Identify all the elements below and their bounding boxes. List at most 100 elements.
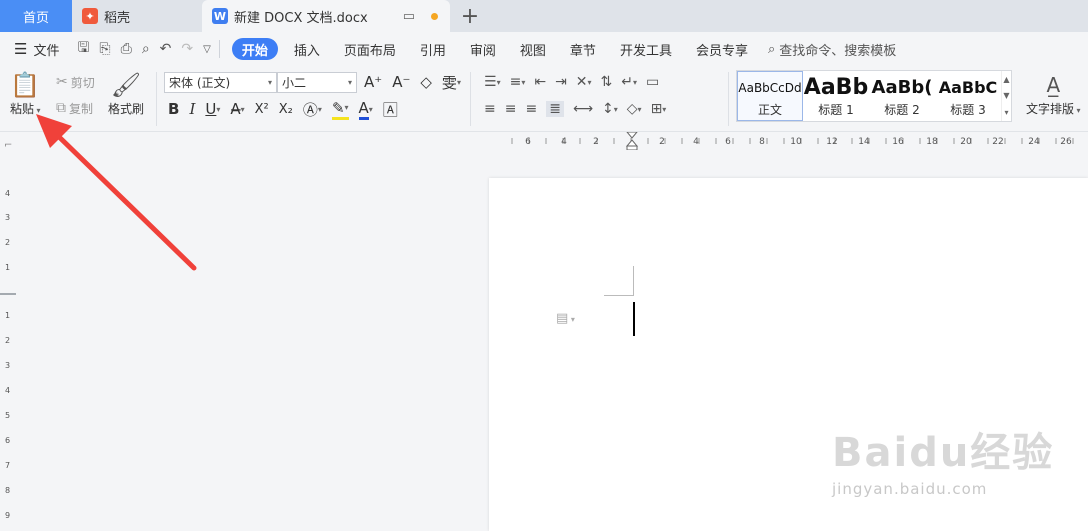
ruler-tick-label: 3 xyxy=(5,213,10,222)
font-color-button[interactable]: A ▾ xyxy=(358,99,373,120)
format-painter-button[interactable]: 🖌 格式刷 xyxy=(108,70,144,117)
print-preview-icon[interactable]: ⌕ xyxy=(142,41,150,57)
grow-font-icon[interactable]: A⁺ xyxy=(364,73,382,91)
expand-icon[interactable]: ▾ xyxy=(1004,108,1008,117)
tab-ruler-icon[interactable]: ▭ xyxy=(646,74,659,90)
subscript-button[interactable]: X₂ xyxy=(279,102,293,117)
quick-access-toolbar: 🖫 ⎘ ⎙ ⌕ ↶ ↷ ▽ xyxy=(77,37,210,61)
font-size-select[interactable]: 小二 ▾ xyxy=(277,72,357,93)
bold-button[interactable]: B xyxy=(168,100,179,118)
justify-icon[interactable]: ≣ xyxy=(546,101,564,117)
decrease-indent-icon[interactable]: ⇤ xyxy=(534,74,546,90)
style-heading-1[interactable]: AaBb 标题 1 xyxy=(803,71,869,121)
wps-writer-icon: W xyxy=(212,8,228,24)
tab-page-layout[interactable]: 页面布局 xyxy=(332,32,408,66)
print-icon[interactable]: ⎙ xyxy=(121,41,132,57)
plus-icon: + xyxy=(460,3,480,29)
tab-home-ribbon[interactable]: 开始 xyxy=(231,38,278,60)
underline-button[interactable]: U ▾ xyxy=(205,100,220,118)
ruler-tick-label: 6 xyxy=(525,137,531,147)
font-name-select[interactable]: 宋体 (正文) ▾ xyxy=(164,72,277,93)
text-cursor xyxy=(633,302,635,336)
ruler-tick-label: 20 xyxy=(960,137,972,147)
style-normal[interactable]: AaBbCcDd 正文 xyxy=(737,71,803,121)
ribbon-tabs: 开始 插入 页面布局 引用 审阅 视图 章节 开发工具 会员专享 xyxy=(228,32,760,66)
highlight-icon[interactable]: ✎ ▾ xyxy=(331,99,349,120)
cut-button[interactable]: ✂ 剪切 xyxy=(56,71,95,93)
line-spacing-icon[interactable]: ↕ ▾ xyxy=(602,101,618,117)
copy-button[interactable]: ⧉ 复制 xyxy=(56,97,93,119)
ruler-tick-label: 4 xyxy=(5,189,10,198)
style-heading-2[interactable]: AaBb( 标题 2 xyxy=(869,71,935,121)
paragraph-mark-icon[interactable]: ↵ ▾ xyxy=(621,74,637,90)
char-border-icon[interactable]: 🄰 xyxy=(383,99,398,120)
tab-membership[interactable]: 会员专享 xyxy=(684,32,760,66)
bullet-list-icon[interactable]: ☰ ▾ xyxy=(484,74,501,90)
tab-review[interactable]: 审阅 xyxy=(458,32,508,66)
chinese-layout-icon[interactable]: ✕ ▾ xyxy=(576,74,592,90)
watermark-main: Baidu经验 xyxy=(832,430,1055,476)
sort-icon[interactable]: ⇅ xyxy=(601,74,613,90)
undo-icon[interactable]: ↶ xyxy=(160,41,172,57)
borders-icon[interactable]: ⊞ ▾ xyxy=(651,101,667,117)
save-icon[interactable]: 🖫 xyxy=(77,37,89,61)
file-menu-label: 文件 xyxy=(33,43,60,59)
ruler-tick-label: 1 xyxy=(5,311,10,320)
tab-insert[interactable]: 插入 xyxy=(282,32,332,66)
export-icon[interactable]: ⎘ xyxy=(99,41,110,57)
menu-bar: ☰ 文件 🖫 ⎘ ⎙ ⌕ ↶ ↷ ▽ 开始 插入 页面布局 引用 审阅 视图 章… xyxy=(0,32,1088,66)
paragraph-tools-row2: ≡ ≡ ≡ ≣ ⟷ ↕ ▾ ◇ ▾ ⊞ ▾ xyxy=(484,97,666,121)
clear-format-icon[interactable]: ◇ xyxy=(420,73,432,91)
paragraph-tools-row1: ☰ ▾ ≡ ▾ ⇤ ⇥ ✕ ▾ ⇅ ↵ ▾ ▭ xyxy=(484,70,659,94)
style-name: 标题 3 xyxy=(950,102,986,117)
customize-chevron-icon[interactable]: ▽ xyxy=(203,44,211,55)
shading-icon[interactable]: ◇ ▾ xyxy=(627,101,642,117)
tab-home[interactable]: 首页 xyxy=(0,0,72,32)
format-painter-label: 格式刷 xyxy=(108,102,145,116)
new-tab-button[interactable]: + xyxy=(450,0,490,32)
unsaved-dot-icon xyxy=(431,12,438,20)
text-effect-icon[interactable]: Ⓐ ▾ xyxy=(303,99,322,120)
italic-button[interactable]: I xyxy=(189,100,195,118)
styles-scroll[interactable]: ▲ ▼ ▾ xyxy=(1001,71,1011,121)
text-layout-button[interactable]: A̲ 文字排版 ▾ xyxy=(1026,70,1081,117)
numbered-list-icon[interactable]: ≡ ▾ xyxy=(510,74,526,90)
superscript-button[interactable]: X² xyxy=(255,102,269,117)
tab-document[interactable]: W 新建 DOCX 文档.docx ▭ xyxy=(202,0,450,32)
file-menu-button[interactable]: ☰ 文件 xyxy=(14,40,59,59)
ruler-tick-label: 2 xyxy=(659,137,665,147)
divider xyxy=(470,72,471,126)
ruler-corner-icon[interactable]: ⌐ xyxy=(4,140,12,151)
increase-indent-icon[interactable]: ⇥ xyxy=(555,74,567,90)
hamburger-icon: ☰ xyxy=(14,40,28,58)
redo-icon[interactable]: ↷ xyxy=(181,41,193,57)
tab-document-label: 新建 DOCX 文档.docx xyxy=(234,10,368,26)
command-search-placeholder: 查找命令、搜索模板 xyxy=(779,43,897,59)
tab-references[interactable]: 引用 xyxy=(408,32,458,66)
align-right-icon[interactable]: ≡ xyxy=(525,101,537,117)
phonetic-guide-icon[interactable]: 雯 ▾ xyxy=(442,72,461,93)
search-icon: ⌕ xyxy=(767,41,776,57)
ribbon: 📋 粘贴 ▾ ✂ 剪切 ⧉ 复制 🖌 格式刷 宋体 (正文) ▾ 小二 ▾ A⁺… xyxy=(0,66,1088,132)
command-search[interactable]: ⌕ 查找命令、搜索模板 xyxy=(768,40,896,59)
ruler-tick-label: 12 xyxy=(826,137,837,147)
shrink-font-icon[interactable]: A⁻ xyxy=(392,73,410,91)
distributed-icon[interactable]: ⟷ xyxy=(573,101,593,117)
align-center-icon[interactable]: ≡ xyxy=(505,101,517,117)
ruler-tick-label: 4 xyxy=(561,137,567,147)
tab-daoke[interactable]: ✦ 稻壳 xyxy=(72,0,200,32)
font-size-value: 小二 xyxy=(282,76,307,90)
paste-button[interactable]: 📋 粘贴 ▾ xyxy=(10,70,41,117)
ruler-tick-label: 26 xyxy=(1060,137,1072,147)
strikethrough-icon[interactable]: A̶ ▾ xyxy=(230,100,244,118)
style-heading-3[interactable]: AaBbC 标题 3 xyxy=(935,71,1001,121)
tab-view[interactable]: 视图 xyxy=(508,32,558,66)
chevron-up-icon[interactable]: ▲ xyxy=(1003,75,1009,84)
tab-developer[interactable]: 开发工具 xyxy=(608,32,684,66)
screen-icon[interactable]: ▭ xyxy=(403,9,415,24)
chevron-down-icon[interactable]: ▼ xyxy=(1003,91,1009,100)
tab-section[interactable]: 章节 xyxy=(558,32,608,66)
paragraph-layout-icon[interactable]: ▤ ▾ xyxy=(556,311,575,326)
align-left-icon[interactable]: ≡ xyxy=(484,101,496,117)
divider xyxy=(156,72,157,126)
